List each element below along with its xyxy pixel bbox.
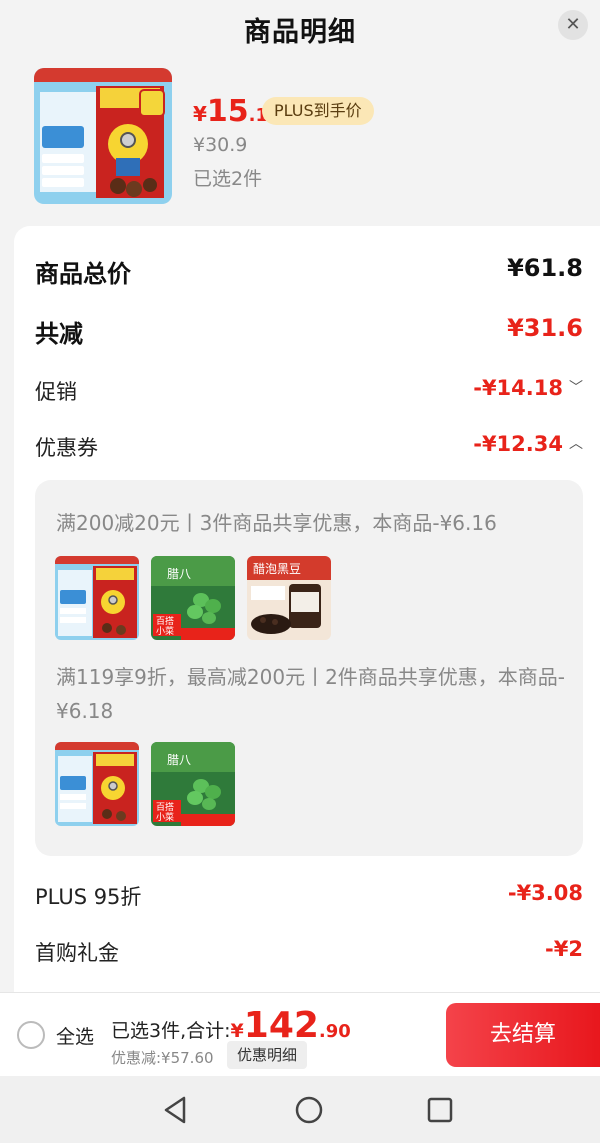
promotion-value-wrap: -¥14.18 ﹀	[473, 376, 583, 400]
black-bean-jar-image[interactable]: 醋泡黑豆	[247, 556, 331, 640]
coupon-label: 优惠券	[35, 436, 98, 460]
system-nav-bar	[0, 1076, 600, 1143]
promotion-label: 促销	[35, 380, 77, 404]
svg-text:小菜: 小菜	[156, 811, 174, 823]
close-icon[interactable]: ✕	[558, 10, 588, 40]
svg-text:小菜: 小菜	[156, 625, 174, 637]
sum-symbol: ¥	[230, 1020, 244, 1042]
cereal-box-image[interactable]	[55, 556, 139, 640]
plus-discount-value: -¥3.08	[507, 881, 583, 905]
svg-text:腊八: 腊八	[167, 753, 191, 767]
selected-count: 已选2件	[193, 168, 263, 190]
first-order-gift-value: -¥2	[545, 937, 583, 961]
price-detail-card: 商品总价 ¥61.8 共减 ¥31.6 促销 -¥14.18 ﹀ 优惠券 -¥12…	[14, 226, 600, 992]
sheet-header: 商品明细 ✕	[0, 0, 600, 54]
coupon-value: -¥12.34	[473, 432, 563, 456]
green-beans-image[interactable]: 腊八 百搭 小菜	[151, 556, 235, 640]
select-all-checkbox[interactable]	[17, 1021, 45, 1049]
svg-text:醋泡黑豆: 醋泡黑豆	[253, 561, 301, 576]
svg-text:腊八: 腊八	[167, 567, 191, 581]
total-sum: 已选3件,合计:¥142.90	[111, 1005, 351, 1046]
svg-text:百搭: 百搭	[156, 615, 174, 627]
price-symbol: ¥	[193, 102, 207, 126]
discount-detail-button[interactable]: 优惠明细	[227, 1041, 308, 1069]
cereal-box-image[interactable]	[34, 68, 172, 204]
detail-sheet: 商品明细 ✕ ¥15.1 PLUS到手价 ¥30.9 已选2件 商品总价 ¥61…	[0, 0, 600, 992]
discount-total: 优惠减:¥57.60	[111, 1049, 214, 1067]
current-price: ¥15.1	[193, 94, 268, 129]
sum-integer: 142	[243, 1005, 319, 1046]
page-title: 商品明细	[244, 17, 356, 48]
total-reduce-value: ¥31.6	[507, 314, 583, 342]
recents-square-icon[interactable]	[422, 1092, 458, 1128]
home-circle-icon[interactable]	[291, 1092, 327, 1128]
first-order-gift-label: 首购礼金	[35, 941, 119, 965]
green-beans-image[interactable]: 腊八 百搭 小菜	[151, 742, 235, 826]
select-all-label[interactable]: 全选	[56, 1022, 94, 1049]
original-price: ¥30.9	[193, 134, 248, 156]
total-price-value: ¥61.8	[507, 254, 583, 282]
checkout-bar: 全选 已选3件,合计:¥142.90 优惠减:¥57.60 优惠明细 去结算	[0, 992, 600, 1076]
sum-decimal: .90	[318, 1021, 351, 1042]
coupon-detail-box: 满200减20元丨3件商品共享优惠，本商品-¥6.16 腊八 百搭 小菜 醋泡黑…	[35, 480, 583, 856]
coupon-value-wrap: -¥12.34 ︿	[473, 432, 583, 456]
coupon-2-text: 满119享9折，最高减200元丨2件商品共享优惠，本商品-¥6.18	[56, 665, 566, 723]
plus-discount-label: PLUS 95折	[35, 885, 142, 909]
cereal-box-image[interactable]	[55, 742, 139, 826]
svg-text:百搭: 百搭	[156, 801, 174, 813]
total-reduce-label: 共减	[35, 320, 83, 348]
total-price-label: 商品总价	[35, 260, 131, 288]
back-triangle-icon[interactable]	[158, 1092, 194, 1128]
price-integer: 15	[206, 94, 249, 129]
coupon-1-text: 满200减20元丨3件商品共享优惠，本商品-¥6.16	[56, 511, 497, 535]
chevron-up-icon[interactable]: ︿	[569, 433, 583, 453]
plus-price-tag: PLUS到手价	[262, 97, 374, 125]
checkout-button[interactable]: 去结算	[446, 1003, 600, 1067]
chevron-down-icon[interactable]: ﹀	[569, 377, 583, 397]
promotion-value: -¥14.18	[473, 376, 563, 400]
sum-label: 已选3件,合计:	[111, 1020, 231, 1042]
